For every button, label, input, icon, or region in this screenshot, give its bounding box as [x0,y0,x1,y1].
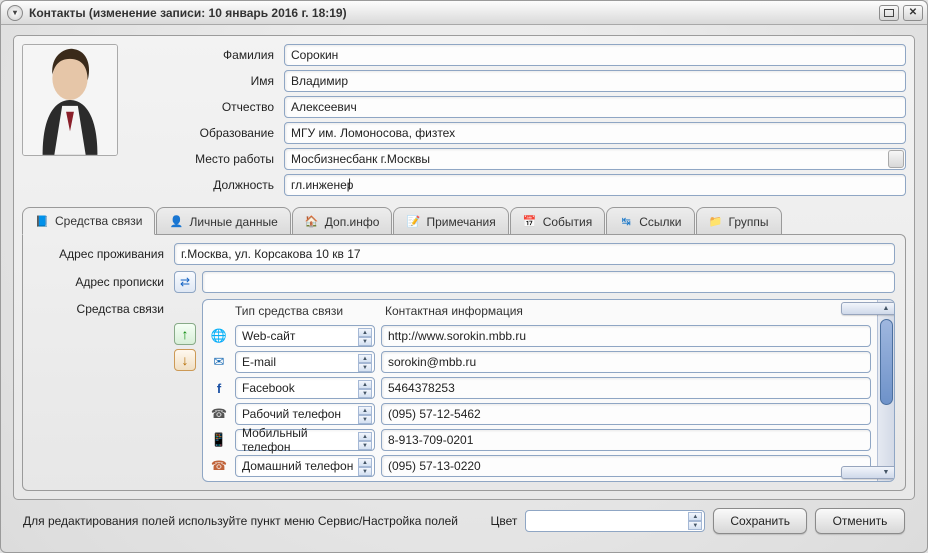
label-registration: Адрес прописки [33,275,168,289]
input-workplace[interactable] [284,148,906,170]
mobile-icon: 📱 [209,432,229,448]
mail-icon: ✉ [209,354,229,370]
tab-events[interactable]: 📅 События [510,207,606,235]
close-icon: ✕ [909,7,917,18]
comm-type-select[interactable]: E-mail ▲▼ [235,351,375,373]
tab-groups[interactable]: 📁 Группы [696,207,782,235]
main-panel: Фамилия Имя Отчество Образование [13,35,915,500]
input-registration[interactable] [202,271,895,293]
scroll-down-icon: ▼ [841,466,895,479]
tab-label-6: Группы [729,215,769,229]
tab-label-2: Доп.инфо [325,215,380,229]
link-icon: ↹ [619,215,633,229]
tabs: 📘 Средства связи 👤 Личные данные 🏠 Доп.и… [22,206,906,234]
label-workplace: Место работы [128,152,278,166]
input-last-name[interactable] [284,44,906,66]
note-icon: 📝 [406,215,420,229]
folder-icon: 📁 [709,215,723,229]
globe-icon: 🌐 [209,328,229,344]
label-last-name: Фамилия [128,48,278,62]
window-title: Контакты (изменение записи: 10 январь 20… [29,6,347,20]
tab-extra[interactable]: 🏠 Доп.инфо [292,207,393,235]
copy-address-button[interactable]: ⇄ [174,271,196,293]
comm-row: 🌐 Web-сайт ▲▼ [209,325,871,347]
color-select[interactable]: ▲▼ [525,510,705,532]
label-residence: Адрес проживания [33,247,168,261]
tab-communication[interactable]: 📘 Средства связи [22,207,155,235]
comm-info-input[interactable] [381,455,871,477]
tab-personal[interactable]: 👤 Личные данные [156,207,290,235]
label-position: Должность [128,178,278,192]
workplace-picker-button[interactable] [888,150,904,168]
comm-type-select[interactable]: Мобильный телефон ▲▼ [235,429,375,451]
titlebar: ▾ Контакты (изменение записи: 10 январь … [1,1,927,25]
home-icon: 🏠 [305,215,319,229]
tab-notes[interactable]: 📝 Примечания [393,207,508,235]
input-residence[interactable] [174,243,895,265]
contact-photo[interactable] [22,44,118,156]
tab-links[interactable]: ↹ Ссылки [606,207,694,235]
scroll-up-icon: ▲ [841,302,895,315]
comm-area: Средства связи ↑ ↓ Тип средства связи Ко… [33,299,895,482]
comm-info-input[interactable] [381,377,871,399]
input-first-name[interactable] [284,70,906,92]
comm-info-input[interactable] [381,403,871,425]
cancel-button[interactable]: Отменить [815,508,905,534]
person-icon [23,45,117,155]
comm-table: Тип средства связи Контактная информация… [202,299,895,482]
move-down-button[interactable]: ↓ [174,349,196,371]
comm-info-input[interactable] [381,325,871,347]
facebook-icon: f [209,381,229,396]
label-patronymic: Отчество [128,100,278,114]
header-row: Фамилия Имя Отчество Образование [22,44,906,196]
home-phone-icon: ☎ [209,458,229,474]
tab-label-4: События [543,215,593,229]
phone-icon: ☎ [209,406,229,422]
label-first-name: Имя [128,74,278,88]
phonebook-icon: 📘 [35,214,49,228]
comm-scrollbar[interactable]: ▲ ▼ [877,300,894,481]
input-patronymic[interactable] [284,96,906,118]
window: ▾ Контакты (изменение записи: 10 январь … [0,0,928,553]
scroll-thumb[interactable] [880,319,893,405]
comm-head-type: Тип средства связи [235,304,385,318]
content: Фамилия Имя Отчество Образование [1,25,927,552]
comm-row: ☎ Рабочий телефон ▲▼ [209,403,871,425]
comm-head-info: Контактная информация [385,304,871,318]
arrow-up-icon: ↑ [182,326,189,342]
arrow-down-icon: ↓ [182,352,189,368]
comm-row: ☎ Домашний телефон ▲▼ [209,455,871,477]
comm-type-select[interactable]: Домашний телефон ▲▼ [235,455,375,477]
window-menu-button[interactable]: ▾ [7,5,23,21]
tab-label-5: Ссылки [639,215,681,229]
calendar-icon: 📅 [523,215,537,229]
person-icon: 👤 [169,215,183,229]
move-up-button[interactable]: ↑ [174,323,196,345]
close-button[interactable]: ✕ [903,5,923,21]
comm-type-select[interactable]: Facebook ▲▼ [235,377,375,399]
tab-label-3: Примечания [426,215,495,229]
comm-row: 📱 Мобильный телефон ▲▼ [209,429,871,451]
input-position[interactable] [284,174,906,196]
comm-info-input[interactable] [381,429,871,451]
footer-hint: Для редактирования полей используйте пун… [23,514,458,528]
comm-row: ✉ E-mail ▲▼ [209,351,871,373]
label-comm: Средства связи [33,299,168,482]
comm-type-select[interactable]: Рабочий телефон ▲▼ [235,403,375,425]
tab-body: Адрес проживания Адрес прописки ⇄ Средст… [22,234,906,491]
tab-label-1: Личные данные [189,215,277,229]
comm-info-input[interactable] [381,351,871,373]
maximize-button[interactable] [879,5,899,21]
copy-icon: ⇄ [180,275,190,289]
footer: Для редактирования полей используйте пун… [13,500,915,544]
label-education: Образование [128,126,278,140]
tab-label-0: Средства связи [55,214,142,228]
input-education[interactable] [284,122,906,144]
comm-type-select[interactable]: Web-сайт ▲▼ [235,325,375,347]
save-button[interactable]: Сохранить [713,508,807,534]
fields: Фамилия Имя Отчество Образование [128,44,906,196]
maximize-icon [884,9,894,17]
comm-row: f Facebook ▲▼ [209,377,871,399]
color-label: Цвет [490,514,517,528]
